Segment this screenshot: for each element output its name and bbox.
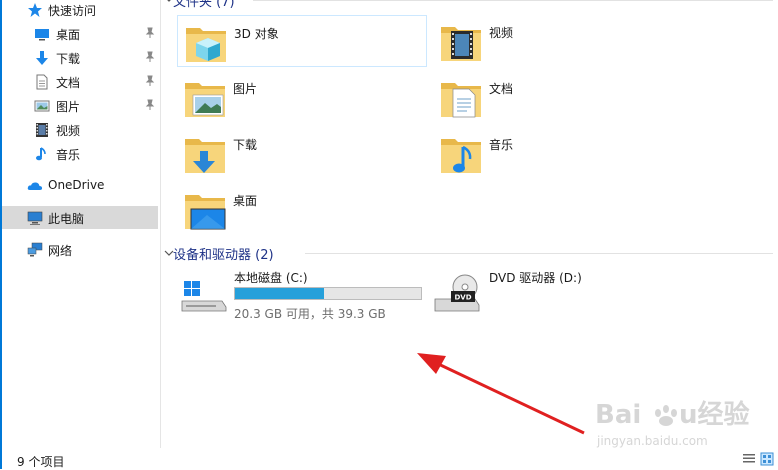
folder-pictures[interactable]: 图片 [177, 71, 427, 123]
network-icon [27, 242, 43, 257]
drive-usage-fill [235, 288, 325, 299]
document-icon [36, 74, 48, 90]
window-accent-edge [0, 448, 2, 469]
sidebar-item-pictures[interactable]: 图片 [0, 94, 158, 117]
pin-icon [145, 51, 155, 62]
folder-name: 桌面 [233, 194, 258, 208]
sidebar-item-label: 文档 [56, 76, 81, 90]
sidebar-item-desktop[interactable]: 桌面 [0, 22, 158, 45]
music-folder-icon [441, 139, 481, 173]
details-view-icon[interactable] [742, 452, 756, 466]
sidebar-item-label: 快速访问 [48, 4, 97, 18]
folder-name: 下载 [233, 138, 258, 152]
folders-section-title[interactable]: 文件夹 (7) [173, 0, 235, 10]
computer-icon [27, 211, 43, 225]
drive-d[interactable]: DVD DVD 驱动器 (D:) [433, 269, 683, 325]
devices-section-title[interactable]: 设备和驱动器 (2) [173, 244, 274, 263]
sidebar-item-label: 此电脑 [48, 212, 85, 226]
sidebar-item-documents[interactable]: 文档 [0, 70, 158, 93]
folder-name: 文档 [489, 82, 514, 96]
pin-icon [145, 99, 155, 110]
documents-folder-icon [441, 83, 481, 118]
drive-usage-bar [234, 287, 422, 300]
sidebar-item-label: OneDrive [48, 178, 105, 192]
svg-text:DVD: DVD [454, 294, 471, 302]
svg-text:u经验: u经验 [679, 399, 750, 430]
star-icon [28, 3, 42, 17]
3d-objects-folder-icon [186, 28, 226, 62]
dvd-drive-icon: DVD [434, 274, 480, 312]
folder-3d-objects[interactable]: 3D 对象 [177, 15, 427, 67]
drive-c[interactable]: 本地磁盘 (C:) 20.3 GB 可用，共 39.3 GB [178, 269, 428, 325]
folder-name: 视频 [489, 26, 514, 40]
sidebar-item-onedrive[interactable]: OneDrive [0, 174, 158, 197]
window-accent-edge [0, 0, 2, 448]
sidebar-item-label: 图片 [56, 100, 81, 114]
item-count: 9 个项目 [17, 455, 65, 469]
music-icon [36, 147, 46, 161]
sidebar-item-quick-access[interactable]: 快速访问 [0, 0, 158, 21]
folder-desktop[interactable]: 桌面 [177, 183, 427, 235]
pin-icon [145, 27, 155, 38]
baidu-watermark-logo: Bai u经验 jingyan.baidu.com [595, 399, 750, 448]
drive-size: 20.3 GB 可用，共 39.3 GB [234, 307, 386, 321]
navigation-pane: 快速访问 桌面 下载 文档 图片 视频 音乐 OneDrive 此电脑 网络 [0, 0, 161, 448]
sidebar-item-music[interactable]: 音乐 [0, 142, 158, 165]
sidebar-item-label: 网络 [48, 244, 73, 258]
desktop-icon [35, 29, 49, 41]
folder-downloads[interactable]: 下载 [177, 127, 427, 179]
sidebar-item-downloads[interactable]: 下载 [0, 46, 158, 69]
download-icon [36, 51, 48, 65]
section-divider [253, 0, 773, 1]
svg-text:Bai: Bai [595, 400, 641, 430]
large-icons-view-icon[interactable] [760, 452, 774, 466]
drive-name: 本地磁盘 (C:) [234, 271, 308, 285]
sidebar-item-label: 音乐 [56, 148, 81, 162]
folder-name: 3D 对象 [234, 27, 279, 41]
picture-icon [34, 100, 50, 112]
folder-music[interactable]: 音乐 [433, 127, 683, 179]
folder-documents[interactable]: 文档 [433, 71, 683, 123]
folder-name: 图片 [233, 82, 258, 96]
sidebar-item-label: 下载 [56, 52, 81, 66]
video-icon [36, 123, 48, 137]
section-divider [305, 253, 773, 254]
pin-icon [145, 75, 155, 86]
drive-name: DVD 驱动器 (D:) [489, 271, 582, 285]
sidebar-item-label: 视频 [56, 124, 81, 138]
sidebar-item-label: 桌面 [56, 28, 81, 42]
status-bar: 9 个项目 [0, 448, 778, 469]
folder-name: 音乐 [489, 138, 514, 152]
desktop-folder-icon [185, 195, 226, 230]
cloud-icon [27, 182, 43, 190]
sidebar-item-network[interactable]: 网络 [0, 238, 158, 261]
hard-drive-icon [181, 281, 227, 312]
sidebar-item-this-pc[interactable]: 此电脑 [0, 206, 158, 229]
downloads-folder-icon [185, 139, 225, 173]
content-pane: 文件夹 (7) 3D 对象 视频 图片 文档 下载 音乐 桌面 设备和驱动器 (… [161, 0, 778, 448]
videos-folder-icon [441, 27, 481, 61]
folder-videos[interactable]: 视频 [433, 15, 683, 67]
svg-text:jingyan.baidu.com: jingyan.baidu.com [596, 434, 708, 448]
sidebar-item-videos[interactable]: 视频 [0, 118, 158, 141]
pictures-folder-icon [185, 83, 225, 117]
